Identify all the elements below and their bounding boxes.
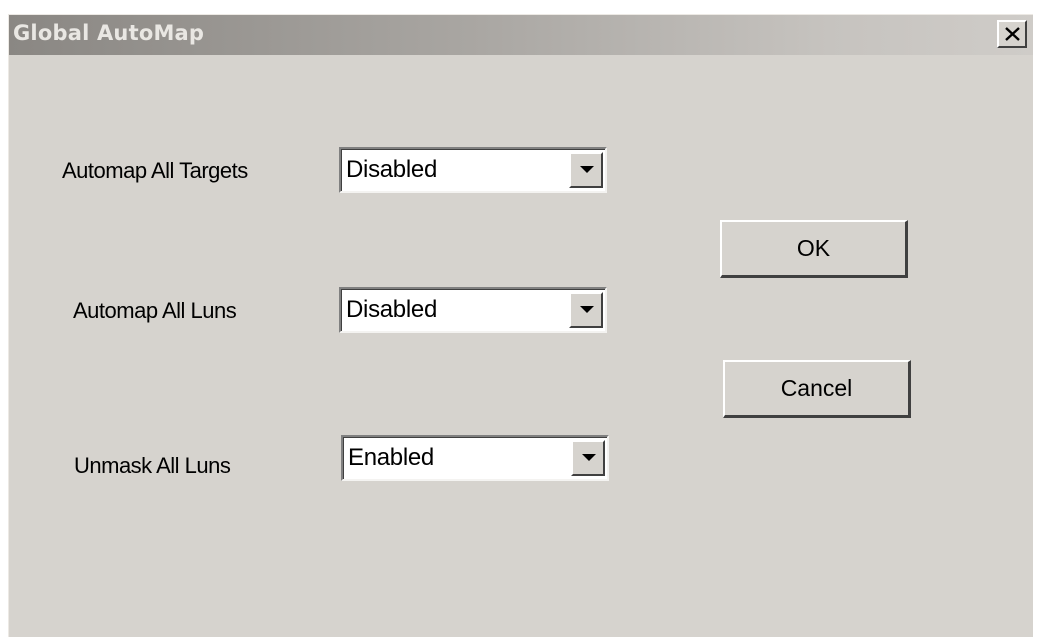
title-bar[interactable]: Global AutoMap (9, 15, 1033, 55)
automap-all-targets-dropdown-button[interactable] (569, 152, 603, 188)
automap-all-luns-label: Automap All Luns (73, 298, 237, 323)
chevron-down-icon (582, 454, 596, 461)
close-icon (1005, 27, 1020, 41)
unmask-all-luns-label: Unmask All Luns (74, 453, 231, 478)
unmask-all-luns-select[interactable]: Enabled (341, 435, 609, 481)
close-button[interactable] (997, 20, 1027, 48)
ok-button[interactable]: OK (720, 220, 908, 278)
chevron-down-icon (580, 166, 594, 173)
global-automap-dialog: Global AutoMap Automap All Targets Disab… (8, 14, 1033, 637)
automap-all-luns-select[interactable]: Disabled (339, 287, 607, 333)
dialog-title: Global AutoMap (13, 21, 205, 45)
automap-all-targets-select[interactable]: Disabled (339, 147, 607, 193)
chevron-down-icon (580, 306, 594, 313)
automap-all-luns-dropdown-button[interactable] (569, 292, 603, 328)
automap-all-luns-value: Disabled (346, 296, 437, 323)
automap-all-targets-value: Disabled (346, 156, 437, 183)
automap-all-targets-label: Automap All Targets (62, 158, 248, 183)
unmask-all-luns-value: Enabled (348, 444, 434, 471)
unmask-all-luns-dropdown-button[interactable] (571, 440, 605, 476)
cancel-button[interactable]: Cancel (723, 360, 911, 418)
